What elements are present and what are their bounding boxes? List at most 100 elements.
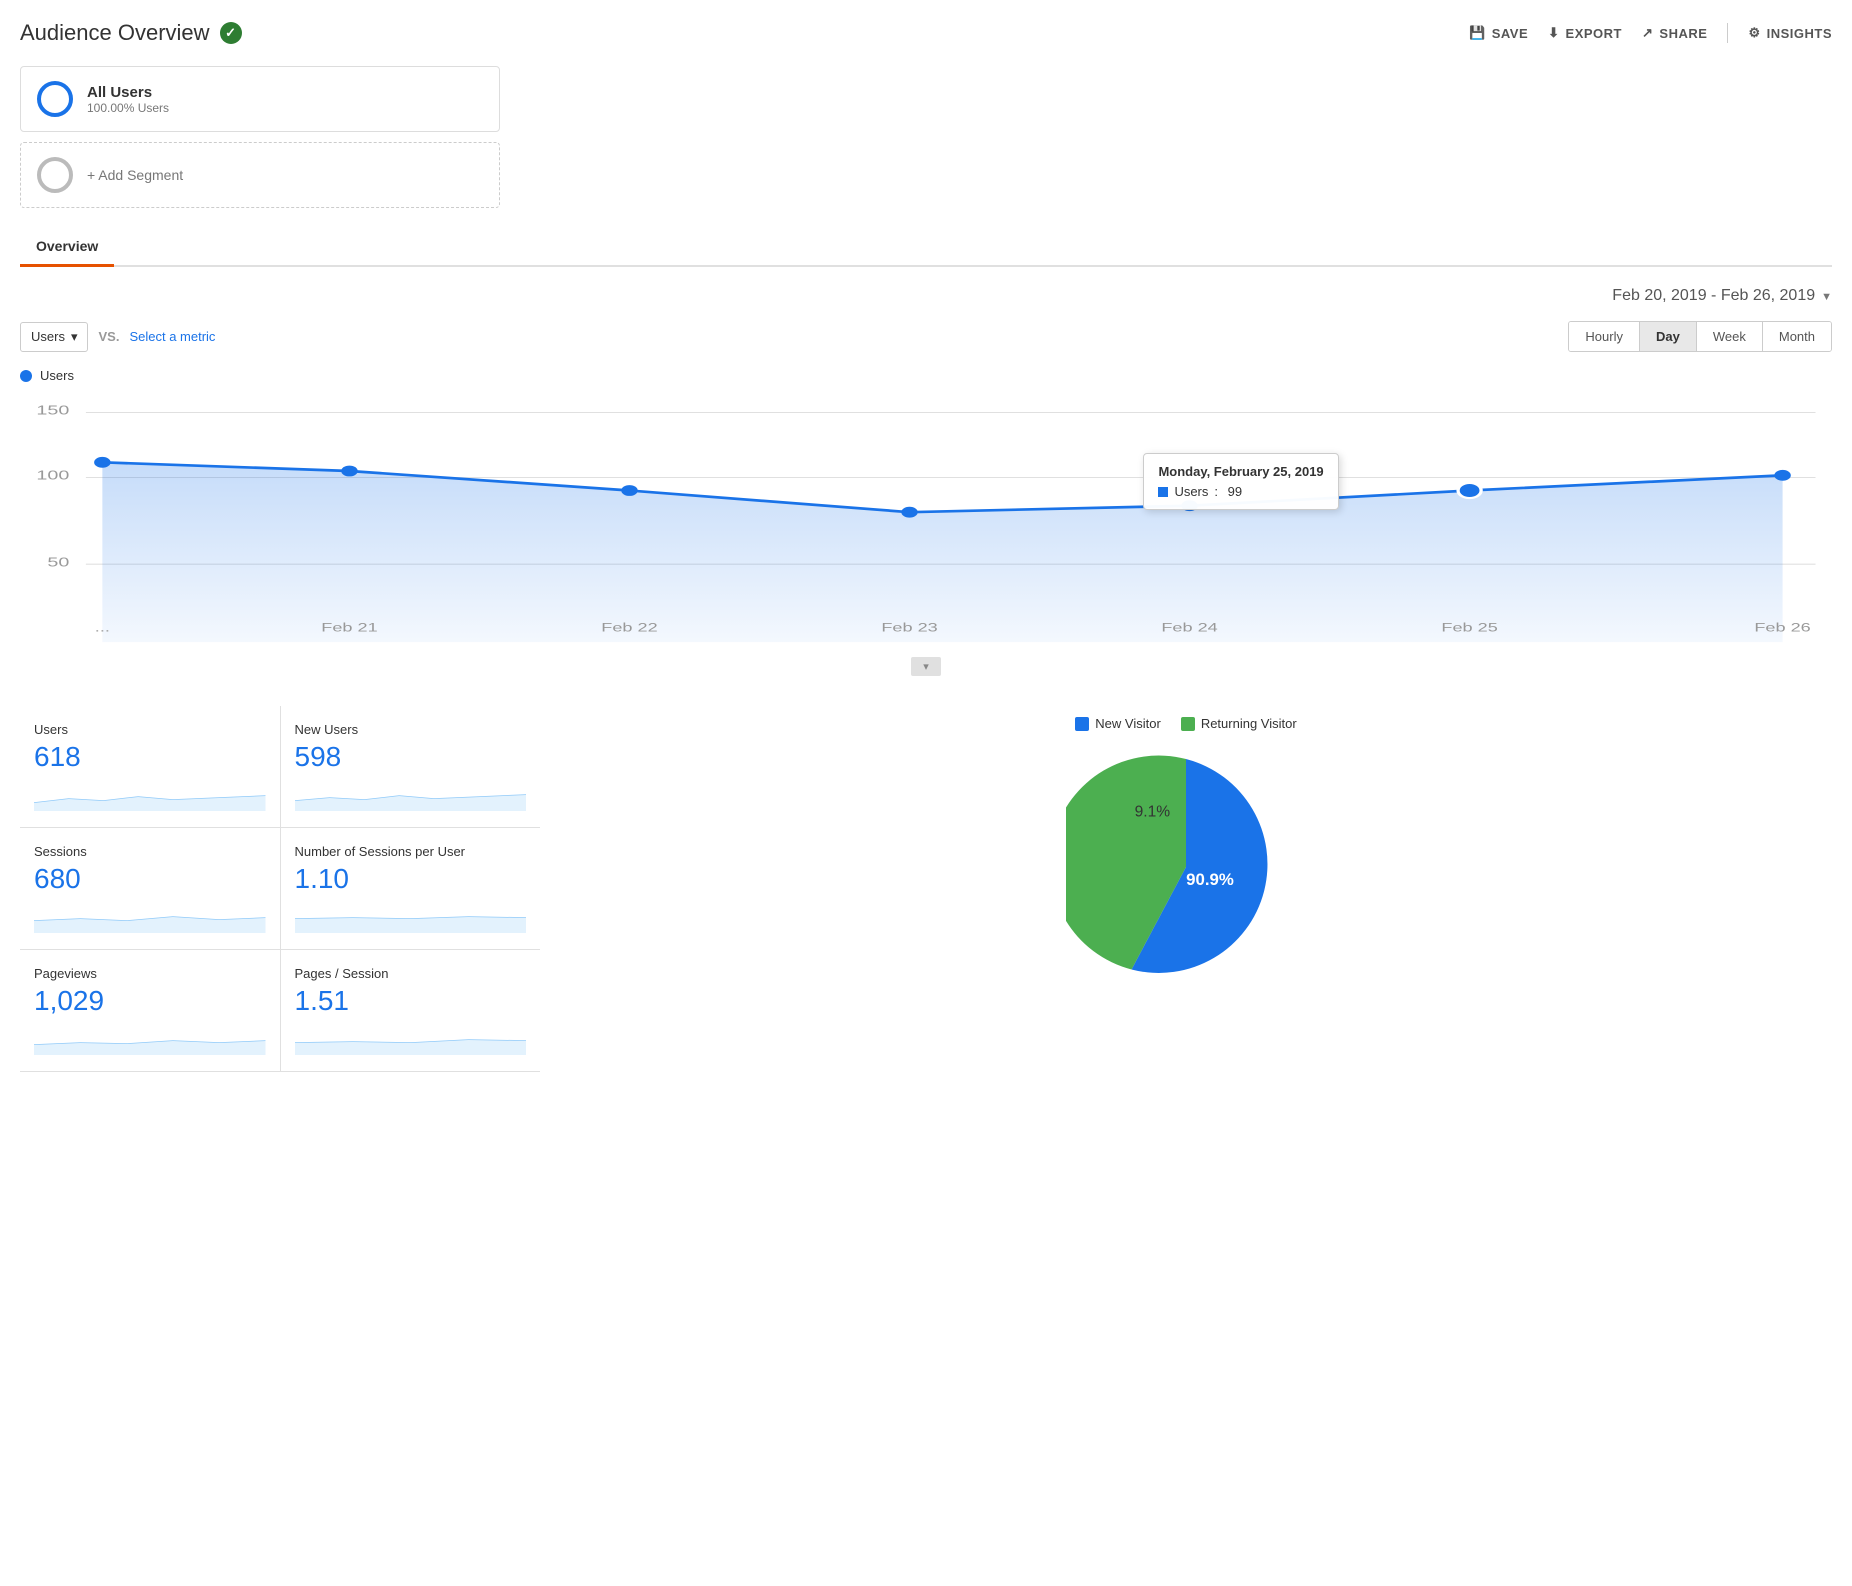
metric-dropdown[interactable]: Users ▾ xyxy=(20,322,88,352)
segment-icon-all-users xyxy=(37,81,73,117)
svg-text:Feb 21: Feb 21 xyxy=(321,621,377,634)
add-segment-card[interactable]: + Add Segment xyxy=(20,142,500,208)
insights-button[interactable]: ⚙ INSIGHTS xyxy=(1748,25,1832,41)
chart-point-feb25 xyxy=(1458,483,1481,498)
pie-legend-color-new-visitor xyxy=(1075,717,1089,731)
tooltip-metric: Users xyxy=(1174,484,1208,499)
chart-container: 150 100 50 xyxy=(20,393,1832,653)
metric-pages-per-session: Pages / Session 1.51 xyxy=(281,950,541,1071)
metric-dropdown-label: Users xyxy=(31,329,65,344)
insights-label: INSIGHTS xyxy=(1767,26,1832,41)
page-header: Audience Overview 💾 SAVE ⬇ EXPORT ↗ SHAR… xyxy=(20,20,1832,46)
metrics-row-2: Sessions 680 Number of Sessions per User… xyxy=(20,828,540,950)
chart-point-feb26 xyxy=(1774,470,1790,481)
svg-text:50: 50 xyxy=(47,555,69,570)
svg-text:Feb 26: Feb 26 xyxy=(1754,621,1810,634)
pie-chart: 90.9% 9.1% xyxy=(1066,747,1306,987)
metric-new-users-value: 598 xyxy=(295,741,527,773)
chart-tooltip: Monday, February 25, 2019 Users: 99 xyxy=(1143,453,1338,510)
tooltip-title: Monday, February 25, 2019 xyxy=(1158,464,1323,479)
svg-text:100: 100 xyxy=(36,468,69,483)
metric-sessions-per-user-sparkline xyxy=(295,903,527,933)
export-button[interactable]: ⬇ EXPORT xyxy=(1548,25,1622,41)
share-button[interactable]: ↗ SHARE xyxy=(1642,25,1707,41)
chart-svg: 150 100 50 xyxy=(20,393,1832,653)
metric-sessions-value: 680 xyxy=(34,863,266,895)
metric-sessions-sparkline xyxy=(34,903,266,933)
time-btn-week[interactable]: Week xyxy=(1697,322,1763,351)
metrics-grid: Users 618 New Users 598 xyxy=(20,706,540,1072)
export-icon: ⬇ xyxy=(1548,25,1559,41)
svg-text:Feb 24: Feb 24 xyxy=(1161,621,1218,634)
date-range-label: Feb 20, 2019 - Feb 26, 2019 xyxy=(1612,287,1815,305)
metric-sessions-per-user-label: Number of Sessions per User xyxy=(295,844,527,859)
tooltip-value: Users: 99 xyxy=(1158,484,1323,499)
page-title: Audience Overview xyxy=(20,20,210,46)
metric-pages-per-session-value: 1.51 xyxy=(295,985,527,1017)
header-actions: 💾 SAVE ⬇ EXPORT ↗ SHARE ⚙ INSIGHTS xyxy=(1469,23,1832,43)
segment-sub: 100.00% Users xyxy=(87,101,169,115)
header-left: Audience Overview xyxy=(20,20,242,46)
metric-new-users-label: New Users xyxy=(295,722,527,737)
svg-text:9.1%: 9.1% xyxy=(1135,804,1171,821)
legend-dot-users xyxy=(20,370,32,382)
metric-users: Users 618 xyxy=(20,706,281,827)
chart-area xyxy=(102,462,1782,642)
export-label: EXPORT xyxy=(1566,26,1622,41)
all-users-segment[interactable]: All Users 100.00% Users xyxy=(20,66,500,132)
metric-pageviews-value: 1,029 xyxy=(34,985,266,1017)
time-period-buttons: Hourly Day Week Month xyxy=(1568,321,1832,352)
pie-legend-returning-visitor: Returning Visitor xyxy=(1181,716,1297,731)
metric-sessions-label: Sessions xyxy=(34,844,266,859)
select-metric-link[interactable]: Select a metric xyxy=(129,329,215,344)
svg-text:...: ... xyxy=(95,621,110,634)
metric-pageviews-sparkline xyxy=(34,1025,266,1055)
pie-legend: New Visitor Returning Visitor xyxy=(1075,716,1296,731)
chart-legend-label: Users xyxy=(40,368,74,383)
svg-text:90.9%: 90.9% xyxy=(1186,870,1234,889)
chart-legend: Users xyxy=(20,368,1832,383)
pie-section: New Visitor Returning Visitor xyxy=(540,706,1832,1072)
tab-overview[interactable]: Overview xyxy=(20,228,114,267)
chart-collapse-button[interactable]: ▾ xyxy=(911,657,941,676)
insights-icon: ⚙ xyxy=(1748,25,1760,41)
dropdown-arrow-icon: ▾ xyxy=(71,329,78,345)
save-label: SAVE xyxy=(1492,26,1528,41)
chart-point-feb21 xyxy=(341,466,357,477)
metric-pages-per-session-sparkline xyxy=(295,1025,527,1055)
segment-name: All Users xyxy=(87,84,169,101)
metrics-row-3: Pageviews 1,029 Pages / Session 1.51 xyxy=(20,950,540,1072)
add-segment-label: + Add Segment xyxy=(87,167,183,183)
metric-new-users-sparkline xyxy=(295,781,527,811)
time-btn-day[interactable]: Day xyxy=(1640,322,1697,351)
share-icon: ↗ xyxy=(1642,25,1653,41)
save-button[interactable]: 💾 SAVE xyxy=(1469,25,1528,41)
chart-point-feb20 xyxy=(94,457,110,468)
share-label: SHARE xyxy=(1659,26,1707,41)
metric-pageviews-label: Pageviews xyxy=(34,966,266,981)
metric-users-sparkline xyxy=(34,781,266,811)
tabs-bar: Overview xyxy=(20,228,1832,267)
time-btn-month[interactable]: Month xyxy=(1763,322,1831,351)
metric-users-value: 618 xyxy=(34,741,266,773)
tooltip-color-indicator xyxy=(1158,487,1168,497)
date-range-selector[interactable]: Feb 20, 2019 - Feb 26, 2019 xyxy=(20,287,1832,305)
pie-legend-color-returning-visitor xyxy=(1181,717,1195,731)
segment-info: All Users 100.00% Users xyxy=(87,84,169,115)
date-range-text[interactable]: Feb 20, 2019 - Feb 26, 2019 xyxy=(1612,287,1832,305)
chart-point-feb23 xyxy=(901,507,917,518)
metric-users-label: Users xyxy=(34,722,266,737)
svg-text:Feb 22: Feb 22 xyxy=(601,621,657,634)
metric-sessions-per-user-value: 1.10 xyxy=(295,863,527,895)
add-segment-icon xyxy=(37,157,73,193)
time-btn-hourly[interactable]: Hourly xyxy=(1569,322,1640,351)
tooltip-number: 99 xyxy=(1228,484,1242,499)
svg-text:Feb 23: Feb 23 xyxy=(881,621,937,634)
metric-pageviews: Pageviews 1,029 xyxy=(20,950,281,1071)
pie-legend-label-returning-visitor: Returning Visitor xyxy=(1201,716,1297,731)
metrics-area: Users 618 New Users 598 xyxy=(20,706,1832,1072)
metric-pages-per-session-label: Pages / Session xyxy=(295,966,527,981)
metric-new-users: New Users 598 xyxy=(281,706,541,827)
chart-point-feb22 xyxy=(621,485,637,496)
pie-svg: 90.9% 9.1% xyxy=(1066,747,1306,987)
